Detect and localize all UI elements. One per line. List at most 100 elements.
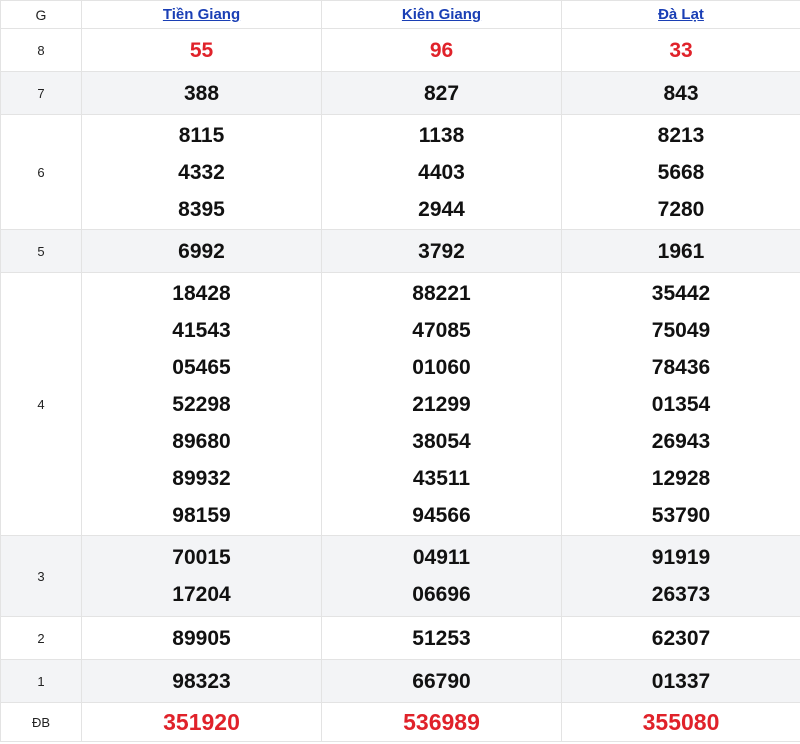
result-cell: 91919 26373 bbox=[561, 535, 800, 617]
province-link-tien-giang[interactable]: Tiền Giang bbox=[163, 6, 240, 23]
result-cell: 66790 bbox=[321, 659, 562, 703]
result-number: 89905 bbox=[172, 626, 231, 650]
result-number: 2944 bbox=[418, 197, 465, 221]
prize-row-g4: 4 18428 41543 05465 52298 89680 89932 98159 8822… bbox=[0, 272, 800, 536]
result-cell: 35442 75049 78436 01354 26943 12928 53790 bbox=[561, 272, 800, 536]
result-number: 89932 bbox=[172, 466, 231, 490]
result-number: 94566 bbox=[412, 503, 471, 527]
result-number: 91919 bbox=[651, 546, 711, 569]
result-number: 8213 bbox=[657, 123, 705, 147]
result-cell: 18428 41543 05465 52298 89680 89932 98159 bbox=[81, 272, 322, 536]
result-number: 26373 bbox=[651, 583, 711, 606]
result-number: 96 bbox=[429, 38, 454, 62]
result-number: 05465 bbox=[172, 355, 231, 379]
result-number: 33 bbox=[669, 38, 693, 62]
result-number: 388 bbox=[183, 81, 220, 105]
prize-label: 2 bbox=[0, 616, 82, 660]
header-row: G Tiền Giang Kiên Giang Đà Lạt bbox=[0, 0, 800, 29]
result-cell: 89905 bbox=[81, 616, 322, 660]
prize-row-g1: 1 98323 66790 01337 bbox=[0, 659, 800, 703]
result-number: 98159 bbox=[172, 503, 231, 527]
result-number: 78436 bbox=[651, 355, 711, 379]
result-number: 41543 bbox=[172, 318, 231, 342]
result-number: 01060 bbox=[412, 355, 471, 379]
result-number: 89680 bbox=[172, 429, 231, 453]
result-cell: 388 bbox=[81, 71, 322, 115]
prize-label: 7 bbox=[0, 71, 82, 115]
result-number: 827 bbox=[423, 81, 460, 105]
result-cell: 536989 bbox=[321, 702, 562, 742]
result-cell: 70015 17204 bbox=[81, 535, 322, 617]
result-cell: 88221 47085 01060 21299 38054 43511 94566 bbox=[321, 272, 562, 536]
result-number: 1961 bbox=[657, 239, 705, 263]
result-number: 8115 bbox=[178, 123, 225, 147]
result-number: 01354 bbox=[651, 392, 711, 416]
result-cell: 8115 4332 8395 bbox=[81, 114, 322, 230]
result-cell: 1138 4403 2944 bbox=[321, 114, 562, 230]
result-number: 88221 bbox=[412, 281, 471, 305]
result-number: 843 bbox=[663, 81, 699, 105]
result-cell: 55 bbox=[81, 28, 322, 72]
result-number: 4403 bbox=[418, 160, 465, 184]
result-number: 351920 bbox=[163, 708, 240, 735]
result-cell: 355080 bbox=[561, 702, 800, 742]
province-header-kien-giang: Kiên Giang bbox=[321, 0, 562, 29]
result-cell: 1961 bbox=[561, 229, 800, 273]
prize-label: ĐB bbox=[0, 702, 82, 742]
result-cell: 04911 06696 bbox=[321, 535, 562, 617]
result-number: 18428 bbox=[172, 281, 231, 305]
result-number: 66790 bbox=[412, 669, 471, 693]
prize-column-header: G bbox=[0, 0, 82, 29]
prize-row-g6: 6 8115 4332 8395 1138 4403 2944 8213 5668 7280 bbox=[0, 114, 800, 230]
province-header-tien-giang: Tiền Giang bbox=[81, 0, 322, 29]
result-number: 21299 bbox=[412, 392, 471, 416]
result-cell: 96 bbox=[321, 28, 562, 72]
prize-label: 3 bbox=[0, 535, 82, 617]
result-cell: 6992 bbox=[81, 229, 322, 273]
result-number: 55 bbox=[189, 38, 214, 62]
result-cell: 8213 5668 7280 bbox=[561, 114, 800, 230]
prize-label: 1 bbox=[0, 659, 82, 703]
result-cell: 3792 bbox=[321, 229, 562, 273]
result-number: 01337 bbox=[651, 669, 711, 693]
result-number: 1138 bbox=[418, 123, 465, 147]
prize-row-g8: 8 55 96 33 bbox=[0, 28, 800, 72]
prize-label: 5 bbox=[0, 229, 82, 273]
result-number: 12928 bbox=[651, 466, 711, 490]
result-number: 70015 bbox=[172, 546, 231, 569]
result-number: 06696 bbox=[412, 583, 471, 606]
result-number: 5668 bbox=[657, 160, 705, 184]
result-number: 62307 bbox=[651, 626, 711, 650]
result-number: 26943 bbox=[651, 429, 711, 453]
prize-row-g2: 2 89905 51253 62307 bbox=[0, 616, 800, 660]
result-number: 75049 bbox=[651, 318, 711, 342]
result-cell: 33 bbox=[561, 28, 800, 72]
prize-label: 6 bbox=[0, 114, 82, 230]
result-number: 47085 bbox=[412, 318, 471, 342]
result-number: 3792 bbox=[418, 239, 465, 263]
result-number: 17204 bbox=[172, 583, 231, 606]
province-link-kien-giang[interactable]: Kiên Giang bbox=[402, 6, 481, 23]
prize-row-g5: 5 6992 3792 1961 bbox=[0, 229, 800, 273]
result-number: 355080 bbox=[642, 708, 720, 735]
result-cell: 843 bbox=[561, 71, 800, 115]
prize-row-g3: 3 70015 17204 04911 06696 91919 26373 bbox=[0, 535, 800, 617]
result-number: 7280 bbox=[657, 197, 705, 221]
prize-label: 8 bbox=[0, 28, 82, 72]
result-cell: 51253 bbox=[321, 616, 562, 660]
result-number: 6992 bbox=[178, 239, 225, 263]
prize-label: 4 bbox=[0, 272, 82, 536]
result-number: 52298 bbox=[172, 392, 231, 416]
result-number: 53790 bbox=[651, 503, 711, 527]
result-cell: 01337 bbox=[561, 659, 800, 703]
result-number: 51253 bbox=[412, 626, 471, 650]
result-number: 98323 bbox=[172, 669, 231, 693]
result-number: 536989 bbox=[403, 708, 480, 735]
province-header-da-lat: Đà Lạt bbox=[561, 0, 800, 29]
prize-row-g7: 7 388 827 843 bbox=[0, 71, 800, 115]
lottery-results-table: G Tiền Giang Kiên Giang Đà Lạt 8 55 96 33 7… bbox=[0, 0, 800, 742]
result-cell: 62307 bbox=[561, 616, 800, 660]
prize-row-special: ĐB 351920 536989 355080 bbox=[0, 702, 800, 742]
result-number: 43511 bbox=[412, 466, 471, 490]
province-link-da-lat[interactable]: Đà Lạt bbox=[658, 6, 704, 23]
